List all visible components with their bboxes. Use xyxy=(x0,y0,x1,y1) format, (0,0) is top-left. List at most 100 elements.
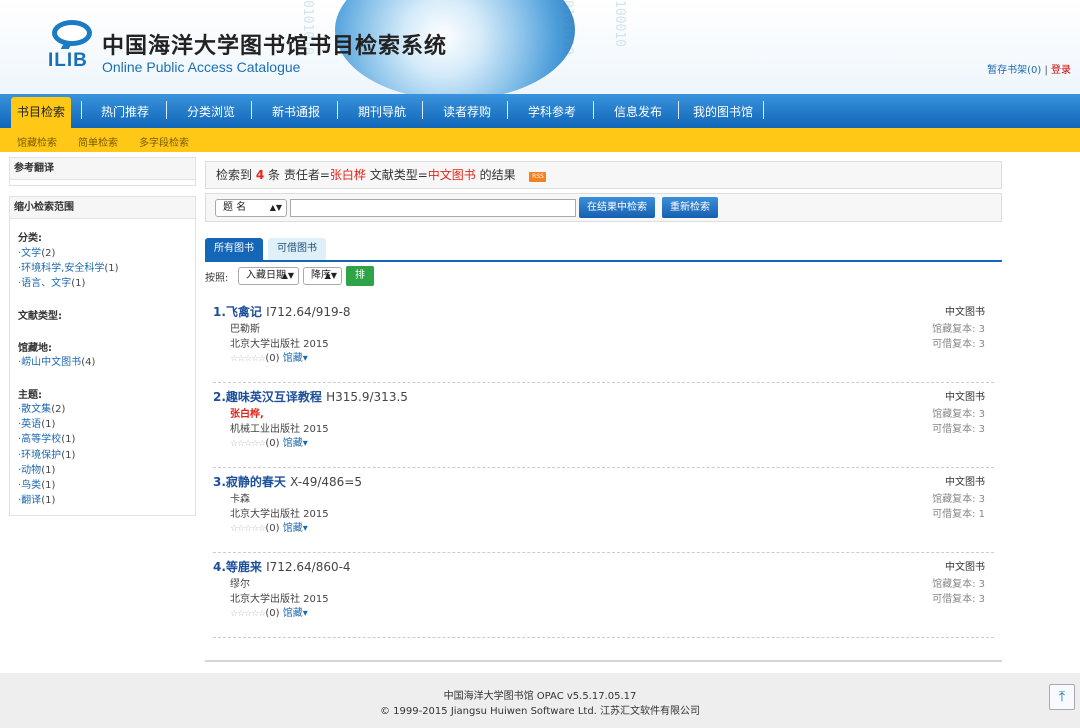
sort-order-select[interactable]: 降序 ▲▼ xyxy=(303,267,342,285)
book-title-link[interactable]: 2.趣味英汉互译教程 xyxy=(213,390,322,404)
chevron-down-icon: ▾ xyxy=(302,608,308,619)
sort-label: 按照: xyxy=(205,273,229,284)
login-link[interactable]: 登录 xyxy=(1051,65,1071,76)
total-copies: 馆藏复本: 3 xyxy=(932,494,985,505)
nav-divider xyxy=(507,101,508,119)
book-title-link[interactable]: 3.寂静的春天 xyxy=(213,475,286,489)
nav-item-subject[interactable]: 学科参考 xyxy=(528,97,576,128)
book-title-link[interactable]: 4.等鹿来 xyxy=(213,560,262,574)
doctype-filter: 中文图书 xyxy=(427,168,476,182)
holdings-toggle[interactable]: 馆藏▾ xyxy=(283,608,308,619)
tab-available-books[interactable]: 可借图书 xyxy=(268,238,326,260)
call-number: I712.64/860-4 xyxy=(266,560,351,574)
book-title-link[interactable]: 1.飞禽记 xyxy=(213,305,262,319)
book-publisher: 北京大学出版社 2015 xyxy=(230,339,329,350)
temp-shelf-link[interactable]: 暂存书架(0) xyxy=(987,65,1041,76)
site-subtitle: Online Public Access Catalogue xyxy=(102,59,301,75)
main-nav: 书目检索 热门推荐 分类浏览 新书通报 期刊导航 读者荐购 学科参考 信息发布 … xyxy=(0,94,1080,128)
nav-item-new-books[interactable]: 新书通报 xyxy=(272,97,320,128)
nav-divider xyxy=(678,101,679,119)
nav-divider xyxy=(593,101,594,119)
subnav-multi-field-search[interactable]: 多字段检索 xyxy=(139,134,189,149)
nav-item-journals[interactable]: 期刊导航 xyxy=(358,97,406,128)
facet-subject-english[interactable]: ·英语(1) xyxy=(18,415,55,430)
book-rating-row: ☆☆☆☆☆(0) 馆藏▾ xyxy=(230,438,308,449)
rating-stars-icon[interactable]: ☆☆☆☆☆ xyxy=(230,609,266,619)
book-rating-row: ☆☆☆☆☆(0) 馆藏▾ xyxy=(230,523,308,534)
available-copies: 可借复本: 3 xyxy=(932,594,985,605)
rating-stars-icon[interactable]: ☆☆☆☆☆ xyxy=(230,524,266,534)
nav-item-browse[interactable]: 分类浏览 xyxy=(187,97,235,128)
facet-location-laoshan[interactable]: ·崂山中文图书(4) xyxy=(18,353,95,368)
search-input[interactable] xyxy=(290,199,576,217)
book-publisher: 机械工业出版社 2015 xyxy=(230,424,329,435)
book-author: 张白桦, xyxy=(230,409,264,420)
content-divider xyxy=(205,660,1002,662)
reference-translation-title: 参考翻译 xyxy=(10,158,195,180)
available-copies: 可借复本: 3 xyxy=(932,424,985,435)
result-tabs: 所有图书 可借图书 xyxy=(205,238,1002,262)
site-header: 0101010 0101010 100010 ILIB 中国海洋大学图书馆书目检… xyxy=(0,0,1080,94)
subnav-simple-search[interactable]: 简单检索 xyxy=(78,134,118,149)
subject-label: 主题: xyxy=(18,390,42,401)
chevron-down-icon: ▾ xyxy=(302,523,308,534)
result-count: 4 xyxy=(255,168,265,182)
location-label: 馆藏地: xyxy=(18,343,52,354)
select-arrow-icon: ▲▼ xyxy=(324,271,337,280)
facet-subject-birds[interactable]: ·鸟类(1) xyxy=(18,476,55,491)
holdings-toggle[interactable]: 馆藏▾ xyxy=(283,523,308,534)
select-arrow-icon: ▲▼ xyxy=(281,271,294,280)
book-rating-row: ☆☆☆☆☆(0) 馆藏▾ xyxy=(230,608,308,619)
back-to-top-icon[interactable]: ⤒ xyxy=(1049,684,1075,710)
facet-subject-translation[interactable]: ·翻译(1) xyxy=(18,491,55,506)
total-copies: 馆藏复本: 3 xyxy=(932,409,985,420)
nav-divider xyxy=(337,101,338,119)
new-search-button[interactable]: 重新检索 xyxy=(662,197,718,218)
nav-item-hot[interactable]: 热门推荐 xyxy=(101,97,149,128)
library-logo[interactable]: ILIB xyxy=(48,20,96,72)
holdings-toggle[interactable]: 馆藏▾ xyxy=(283,353,308,364)
chevron-down-icon: ▾ xyxy=(302,438,308,449)
book-item: 4.等鹿来 I712.64/860-4 缪尔 北京大学出版社 2015 ☆☆☆☆… xyxy=(213,558,994,638)
nav-divider xyxy=(763,101,764,119)
book-type: 中文图书 xyxy=(945,477,985,488)
rating-stars-icon[interactable]: ☆☆☆☆☆ xyxy=(230,354,266,364)
tab-all-books[interactable]: 所有图书 xyxy=(205,238,263,260)
facet-subject-essays[interactable]: ·散文集(2) xyxy=(18,400,65,415)
facet-subject-animals[interactable]: ·动物(1) xyxy=(18,461,55,476)
available-copies: 可借复本: 3 xyxy=(932,339,985,350)
refine-search-bar: 题 名 ▲▼ 在结果中检索 重新检索 xyxy=(205,193,1002,222)
book-rating-row: ☆☆☆☆☆(0) 馆藏▾ xyxy=(230,353,308,364)
book-author: 巴勒斯 xyxy=(230,324,260,335)
facet-subject-university[interactable]: ·高等学校(1) xyxy=(18,430,75,445)
site-footer: 中国海洋大学图书馆 OPAC v5.5.17.05.17 © 1999-2015… xyxy=(0,673,1080,728)
facet-subject-env-protection[interactable]: ·环境保护(1) xyxy=(18,446,75,461)
rating-stars-icon[interactable]: ☆☆☆☆☆ xyxy=(230,439,266,449)
total-copies: 馆藏复本: 3 xyxy=(932,324,985,335)
facet-class-literature[interactable]: ·文学(2) xyxy=(18,244,55,259)
rss-icon[interactable]: RSS xyxy=(529,172,547,182)
nav-item-catalog-search[interactable]: 书目检索 xyxy=(11,97,72,128)
book-item: 1.飞禽记 I712.64/919-8 巴勒斯 北京大学出版社 2015 ☆☆☆… xyxy=(213,303,994,383)
nav-divider xyxy=(81,101,82,119)
facet-class-language[interactable]: ·语言、文字(1) xyxy=(18,274,85,289)
link-separator: | xyxy=(1044,65,1048,76)
nav-item-my-library[interactable]: 我的图书馆 xyxy=(693,97,753,128)
holdings-toggle[interactable]: 馆藏▾ xyxy=(283,438,308,449)
search-within-button[interactable]: 在结果中检索 xyxy=(579,197,655,218)
total-copies: 馆藏复本: 3 xyxy=(932,579,985,590)
search-field-select[interactable]: 题 名 ▲▼ xyxy=(215,199,287,217)
sort-button[interactable]: 排列 xyxy=(346,266,374,301)
logo-text: ILIB xyxy=(48,50,88,71)
doctype-label: 文献类型: xyxy=(18,311,62,322)
call-number: I712.64/919-8 xyxy=(266,305,351,319)
nav-item-news[interactable]: 信息发布 xyxy=(614,97,662,128)
call-number: X-49/486=5 xyxy=(290,475,362,489)
facet-class-environment[interactable]: ·环境科学,安全科学(1) xyxy=(18,259,119,274)
subnav-holdings-search[interactable]: 馆藏检索 xyxy=(17,134,57,149)
nav-item-recommend[interactable]: 读者荐购 xyxy=(443,97,491,128)
speech-bubble-icon xyxy=(52,20,92,46)
binary-decoration: 100010 xyxy=(612,0,627,47)
sort-field-select[interactable]: 入藏日期 ▲▼ xyxy=(238,267,299,285)
header-links: 暂存书架(0) | 登录 xyxy=(987,61,1071,76)
